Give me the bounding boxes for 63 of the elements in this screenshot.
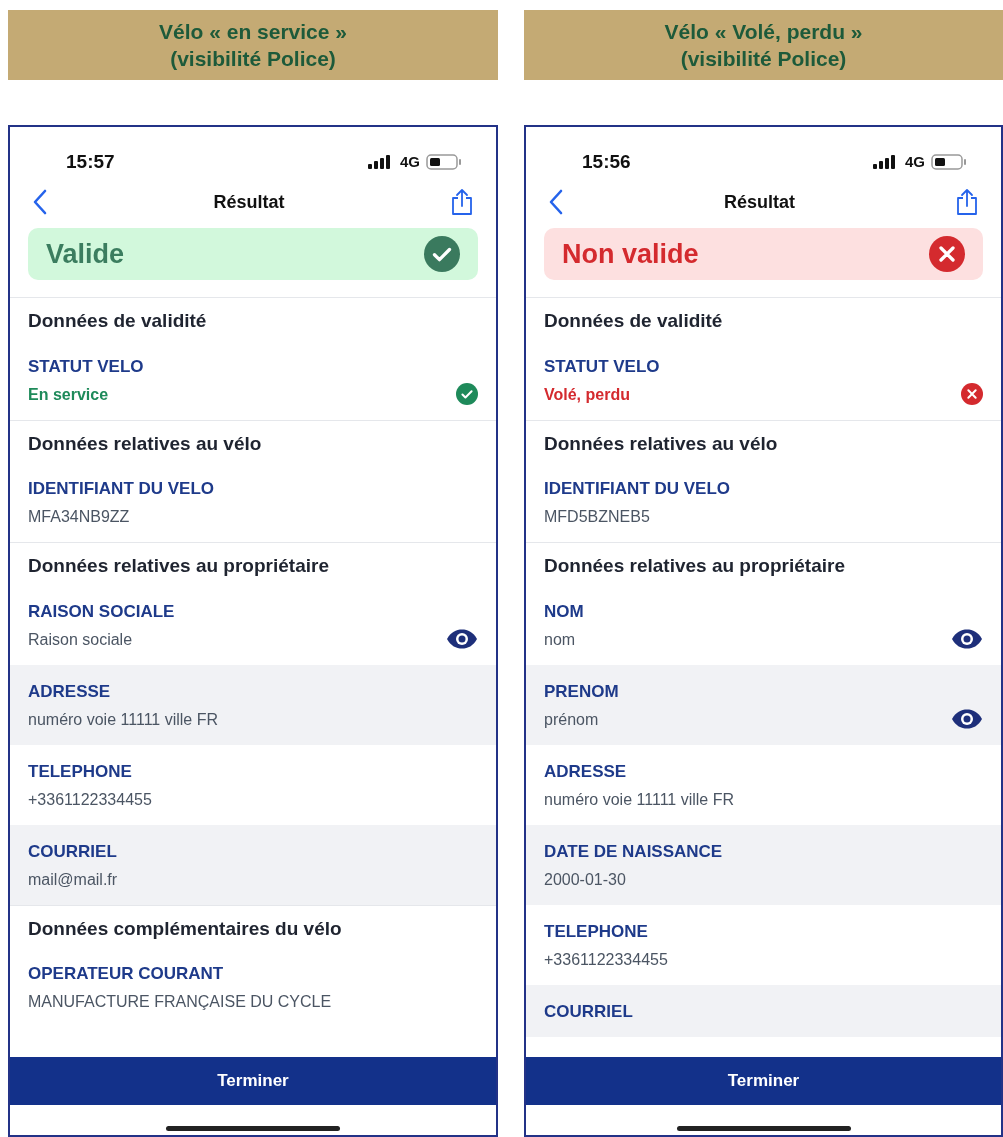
field-label: TELEPHONE [544,920,649,943]
caption-text: Vélo « en service » [159,19,347,45]
field-value: Volé, perdu [544,384,631,405]
field-label: ADRESSE [28,680,112,703]
cross-icon [929,236,965,272]
field-label: STATUT VELO [544,355,660,378]
result-label: Non valide [562,237,699,271]
eye-icon[interactable] [951,628,983,649]
finish-button[interactable]: Terminer [526,1057,1001,1105]
field-label: IDENTIFIANT DU VELO [28,478,215,500]
network-label: 4G [905,151,925,172]
nav-title: Résultat [213,190,285,214]
back-icon[interactable] [32,189,48,215]
battery-icon [426,154,462,170]
finish-button[interactable]: Terminer [10,1057,496,1105]
field-label: STATUT VELO [28,355,144,378]
field-value: MFA34NB9ZZ [28,507,131,527]
cross-icon [961,382,983,405]
field-value: 2000-01-30 [544,869,627,890]
section-heading: Données relatives au vélo [543,431,779,456]
field-value: mail@mail.fr [28,869,118,890]
network-label: 4G [400,151,420,172]
nav-title: Résultat [724,190,795,214]
eye-icon[interactable] [951,708,983,729]
section-heading: Données de validité [27,309,208,333]
field-value: numéro voie 11111 ville FR [544,789,734,810]
field-value: MFD5BZNEB5 [544,507,651,527]
field-value: MANUFACTURE FRANÇAISE DU CYCLE [28,992,332,1012]
caption-text: (visibilité Police) [170,46,336,72]
battery-icon [931,154,967,170]
field-label: NOM [544,600,584,623]
share-icon[interactable] [955,188,979,216]
field-label: PRENOM [544,680,619,703]
result-label: Valide [46,237,125,271]
eye-icon[interactable] [446,628,478,649]
section-heading: Données de validité [543,309,724,333]
section-heading: Données relatives au propriétaire [543,554,846,578]
status-time: 15:56 [582,149,631,174]
field-label: COURRIEL [544,1000,633,1023]
caption-text: Vélo « Volé, perdu » [664,19,863,45]
field-value: Raison sociale [28,629,134,650]
field-value: +3361122334455 [544,949,668,970]
section-heading: Données relatives au vélo [27,431,263,456]
check-icon [424,236,460,272]
back-icon[interactable] [548,189,564,215]
field-value: En service [28,384,110,405]
field-value: +3361122334455 [28,789,152,810]
field-label: OPERATEUR COURANT [28,963,225,985]
field-value: numéro voie 11111 ville FR [28,709,218,730]
caption-text: (visibilité Police) [680,46,847,72]
share-icon[interactable] [450,188,474,216]
field-label: TELEPHONE [28,760,133,783]
field-label: RAISON SOCIALE [28,600,175,623]
section-heading: Données relatives au propriétaire [27,554,330,578]
field-label: DATE DE NAISSANCE [544,840,723,863]
status-time: 15:57 [66,149,115,174]
check-icon [456,382,478,405]
field-label: ADRESSE [544,760,628,783]
section-heading: Données complémentaires du vélo [27,916,343,941]
field-value: nom [544,629,577,650]
field-label: COURRIEL [28,840,118,863]
field-label: IDENTIFIANT DU VELO [544,478,731,500]
field-value: prénom [544,709,600,730]
